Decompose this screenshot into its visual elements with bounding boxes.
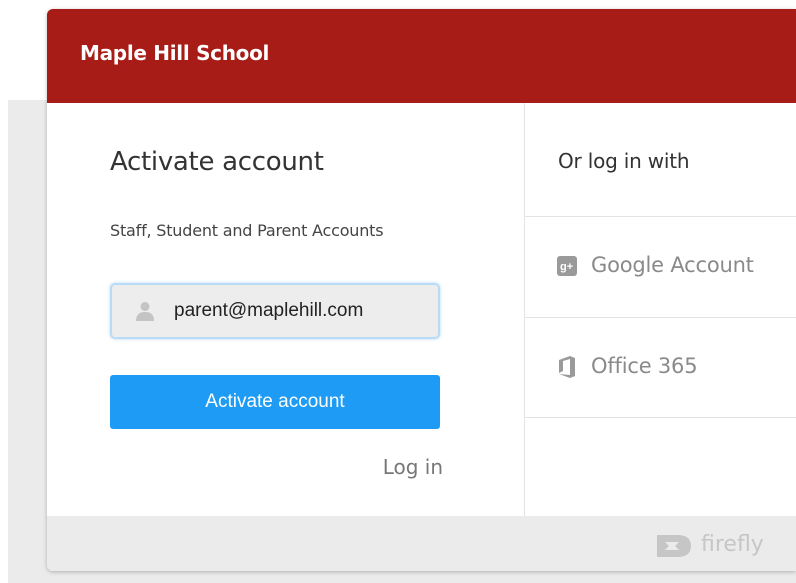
google-account-label: Google Account [591,253,754,277]
email-input[interactable] [174,298,424,324]
school-name: Maple Hill School [80,41,270,65]
office-365-icon [559,356,575,378]
user-icon [136,302,154,321]
page: Maple Hill School Activate account Staff… [0,0,796,583]
page-title: Activate account [110,147,324,177]
account-types-label: Staff, Student and Parent Accounts [110,221,384,240]
office-365-label: Office 365 [591,354,698,378]
or-log-in-with-heading: Or log in with [558,149,690,173]
activate-account-button[interactable]: Activate account [110,375,440,429]
office-365-button[interactable]: Office 365 [525,318,796,418]
firefly-brand-text: firefly [701,532,764,557]
svg-text:g+: g+ [560,261,573,273]
google-account-button[interactable]: g+ Google Account [525,217,796,317]
divider [525,417,796,418]
alternative-login-panel: Or log in with g+ Google Account Office … [524,103,796,516]
email-field-wrapper[interactable] [110,283,440,339]
login-card: Maple Hill School Activate account Staff… [47,9,796,571]
firefly-logo-icon [657,535,691,557]
activate-panel: Activate account Staff, Student and Pare… [47,103,524,516]
firefly-logo: firefly [655,531,775,561]
log-in-link[interactable]: Log in [347,455,443,479]
footer-bar: firefly [47,516,796,571]
header-bar: Maple Hill School [47,9,796,103]
google-plus-icon: g+ [557,256,577,276]
